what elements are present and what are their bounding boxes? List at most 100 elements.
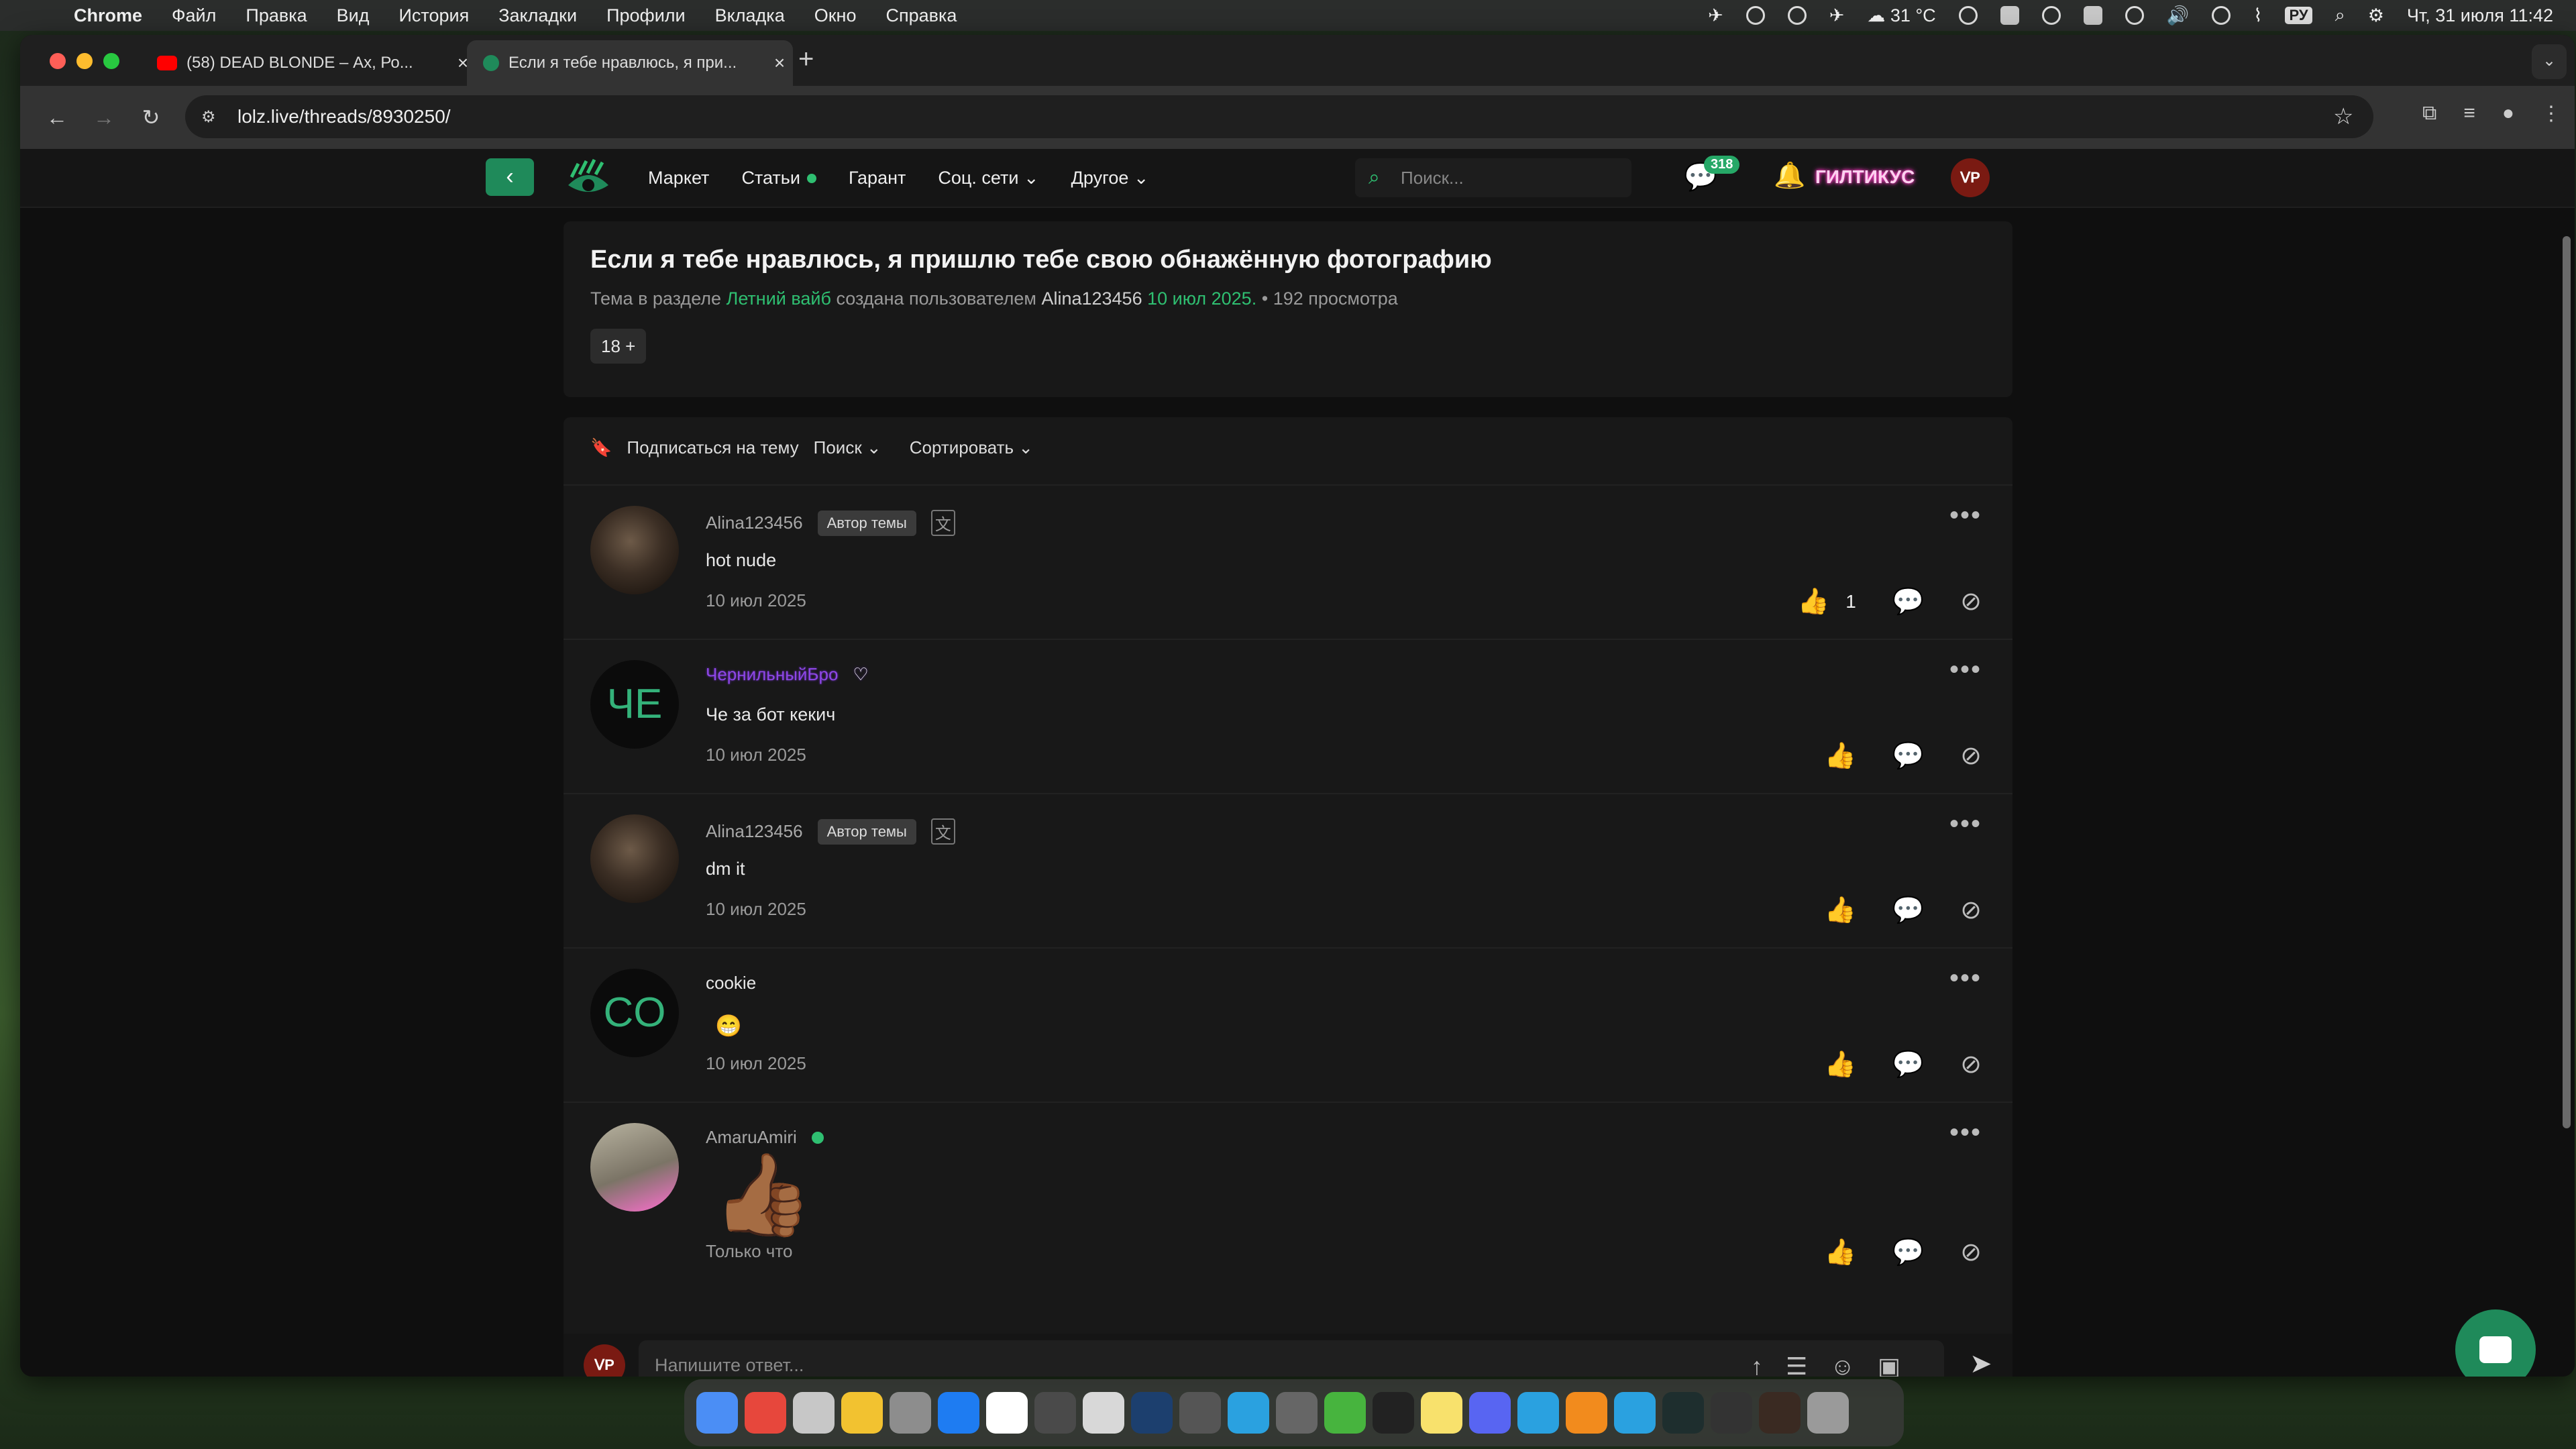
reply-icon[interactable]: 💬 xyxy=(1892,741,1924,771)
chrome-icon[interactable] xyxy=(745,1392,786,1434)
site-search[interactable]: ⌕ Поиск... xyxy=(1355,158,1631,197)
hide-icon[interactable]: ⊘ xyxy=(1960,1049,1982,1079)
notes-icon[interactable] xyxy=(1421,1392,1462,1434)
app-icon[interactable] xyxy=(841,1392,883,1434)
launchpad-icon[interactable] xyxy=(1083,1392,1124,1434)
post-date[interactable]: 10 июл 2025 xyxy=(706,590,806,611)
username[interactable]: Alina123456 xyxy=(706,513,803,533)
nav-username[interactable]: ГИЛТИКУС xyxy=(1815,166,1915,188)
avatar[interactable]: CO xyxy=(590,969,679,1057)
more-options-icon[interactable]: ••• xyxy=(1949,1118,1982,1148)
tab-search-icon[interactable]: ⌄ xyxy=(2532,44,2567,79)
play-icon[interactable] xyxy=(2212,6,2231,25)
profile-icon[interactable]: ● xyxy=(2502,102,2514,125)
avatar[interactable]: ЧЕ xyxy=(590,660,679,749)
clock[interactable]: Чт, 31 июля 11:42 xyxy=(2407,5,2553,26)
menu-tab[interactable]: Вкладка xyxy=(715,5,785,26)
sublime-icon[interactable] xyxy=(1566,1392,1607,1434)
zoom-window-icon[interactable] xyxy=(103,53,119,69)
username[interactable]: AmaruAmiri xyxy=(706,1127,797,1148)
steam-icon[interactable] xyxy=(1131,1392,1173,1434)
wifi-off-icon[interactable]: ⌇ xyxy=(2253,5,2262,26)
forward-icon[interactable]: → xyxy=(80,105,127,130)
calendar-icon[interactable] xyxy=(986,1392,1028,1434)
app-icon[interactable] xyxy=(1711,1392,1752,1434)
telegram-icon[interactable]: ✈ xyxy=(1708,5,1723,26)
menu-dots-icon[interactable]: ⋮ xyxy=(2541,102,2561,125)
like-icon[interactable]: 👍 xyxy=(1825,1050,1856,1079)
tray-icon[interactable] xyxy=(1787,6,1807,25)
menu-profiles[interactable]: Профили xyxy=(606,5,686,26)
like-icon[interactable]: 👍 xyxy=(1825,741,1856,771)
keyboard-layout[interactable]: РУ xyxy=(2285,7,2312,24)
chat-fab-button[interactable] xyxy=(2455,1309,2536,1377)
more-options-icon[interactable]: ••• xyxy=(1949,500,1982,531)
scrollbar[interactable] xyxy=(2563,236,2571,1128)
author-link[interactable]: Alina123456 xyxy=(1041,288,1142,309)
nav-social[interactable]: Соц. сети ⌄ xyxy=(938,168,1038,189)
reply-icon[interactable]: 💬 xyxy=(1892,896,1924,925)
terminal-icon[interactable] xyxy=(1373,1392,1414,1434)
bookmark-star-icon[interactable]: ☆ xyxy=(2333,103,2373,130)
app-icon[interactable] xyxy=(1759,1392,1801,1434)
menu-history[interactable]: История xyxy=(398,5,469,26)
hide-icon[interactable]: ⊘ xyxy=(1960,741,1982,771)
back-icon[interactable]: ← xyxy=(34,105,80,130)
hide-icon[interactable]: ⊘ xyxy=(1960,586,1982,616)
tray-icon[interactable] xyxy=(2000,6,2019,25)
menu-file[interactable]: Файл xyxy=(172,5,216,26)
search-thread-button[interactable]: Поиск ⌄ xyxy=(814,437,881,458)
reply-icon[interactable]: 💬 xyxy=(1892,1238,1924,1267)
like-icon[interactable]: 👍 xyxy=(1798,587,1829,616)
menu-edit[interactable]: Правка xyxy=(246,5,307,26)
section-link[interactable]: Летний вайб xyxy=(727,288,831,309)
close-window-icon[interactable] xyxy=(50,53,66,69)
emoji-icon[interactable]: ☺ xyxy=(1830,1352,1855,1377)
app-icon[interactable] xyxy=(1034,1392,1076,1434)
menu-app[interactable]: Chrome xyxy=(74,5,142,26)
username[interactable]: Alina123456 xyxy=(706,821,803,842)
more-options-icon[interactable]: ••• xyxy=(1949,963,1982,994)
activity-monitor-icon[interactable] xyxy=(1662,1392,1704,1434)
close-tab-icon[interactable]: × xyxy=(766,52,793,74)
like-icon[interactable]: 👍 xyxy=(1825,896,1856,925)
media-icon[interactable]: ≡ xyxy=(2463,102,2475,125)
utorrent-icon[interactable] xyxy=(1324,1392,1366,1434)
like-icon[interactable]: 👍 xyxy=(1825,1238,1856,1267)
translate-icon[interactable]: 文 xyxy=(930,818,955,845)
menu-window[interactable]: Окно xyxy=(814,5,857,26)
tray-icon[interactable] xyxy=(1746,6,1765,25)
control-center-icon[interactable]: ⚙ xyxy=(2368,5,2384,26)
spotlight-icon[interactable]: ⌕ xyxy=(2335,5,2345,26)
tray-icon[interactable] xyxy=(2083,6,2102,25)
tray-icon[interactable] xyxy=(2041,6,2061,25)
avatar[interactable] xyxy=(590,506,679,594)
extensions-icon[interactable]: ⧉ xyxy=(2422,102,2436,125)
nav-market[interactable]: Маркет xyxy=(648,168,709,189)
menu-bookmarks[interactable]: Закладки xyxy=(498,5,577,26)
avatar[interactable]: ᐯP xyxy=(584,1344,625,1377)
send-icon[interactable]: ➤ xyxy=(1970,1348,1992,1377)
post-date[interactable]: 10 июл 2025 xyxy=(706,1053,806,1074)
app-icon[interactable] xyxy=(1179,1392,1221,1434)
nav-articles[interactable]: Статьи xyxy=(741,168,816,189)
tag-18plus[interactable]: 18 + xyxy=(590,329,647,364)
telegram-icon[interactable] xyxy=(1614,1392,1656,1434)
finder-icon[interactable] xyxy=(696,1392,738,1434)
telegram-icon[interactable]: ✈ xyxy=(1829,5,1845,26)
sort-button[interactable]: Сортировать ⌄ xyxy=(910,437,1033,458)
site-info-icon[interactable]: ⚙ xyxy=(201,107,228,127)
menu-help[interactable]: Справка xyxy=(885,5,957,26)
list-icon[interactable]: ☰ xyxy=(1786,1352,1807,1377)
image-icon[interactable]: ▣ xyxy=(1878,1352,1900,1377)
nav-other[interactable]: Другое ⌄ xyxy=(1071,168,1149,189)
telegram-icon[interactable] xyxy=(1517,1392,1559,1434)
tray-icon[interactable] xyxy=(2125,6,2144,25)
username[interactable]: ЧернильныйБро xyxy=(706,664,838,685)
arrow-up-icon[interactable]: ↑ xyxy=(1751,1352,1763,1377)
settings-icon[interactable] xyxy=(890,1392,931,1434)
reply-icon[interactable]: 💬 xyxy=(1892,1050,1924,1079)
lolz-logo-icon[interactable] xyxy=(565,158,612,199)
more-options-icon[interactable]: ••• xyxy=(1949,655,1982,685)
tab-youtube[interactable]: (58) DEAD BLONDE – Ах, Ро... × xyxy=(141,40,476,86)
